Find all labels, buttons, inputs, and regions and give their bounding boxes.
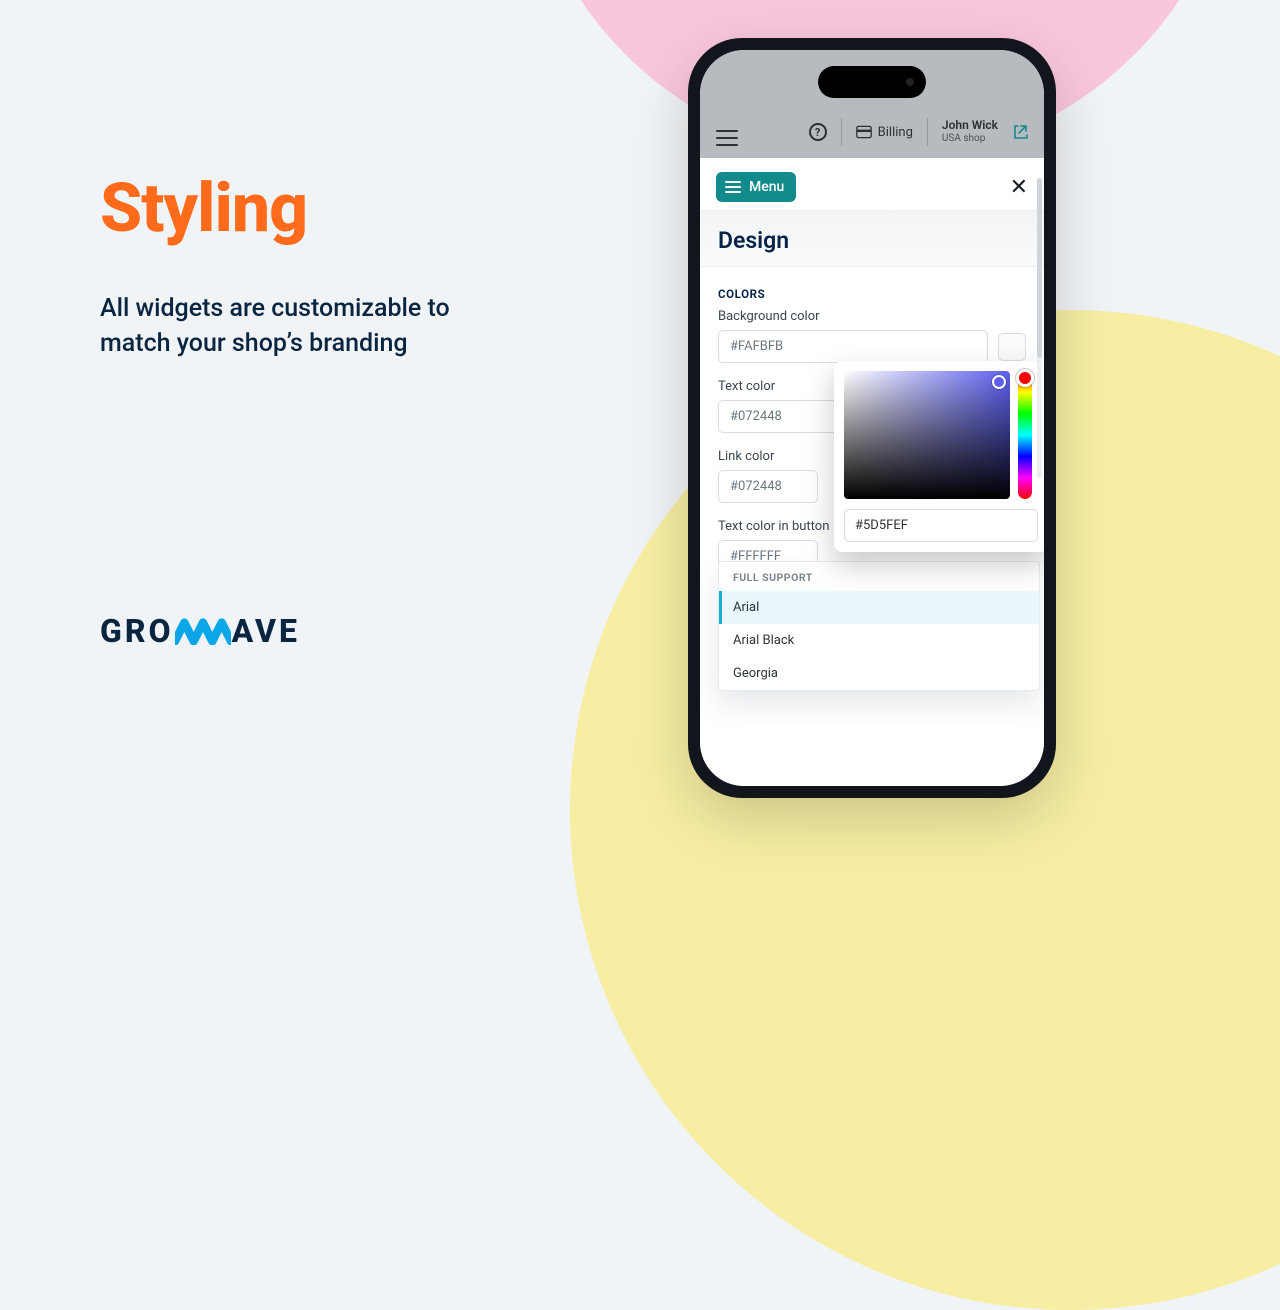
marketing-copy: Styling All widgets are customizable to … bbox=[100, 168, 520, 361]
font-dropdown: FULL SUPPORT Arial Arial Black Georgia bbox=[718, 561, 1040, 691]
label-background-color: Background color bbox=[718, 309, 1026, 324]
growave-logo: GRO AVE bbox=[100, 612, 300, 650]
font-option[interactable]: Arial bbox=[719, 591, 1039, 624]
logo-text-right: AVE bbox=[232, 612, 300, 650]
user-block[interactable]: John Wick USA shop bbox=[942, 119, 998, 144]
help-icon[interactable]: ? bbox=[809, 123, 827, 141]
design-panel: Menu ✕ Design COLORS Background color Te… bbox=[700, 158, 1044, 786]
billing-label: Billing bbox=[878, 125, 913, 140]
menu-button-label: Menu bbox=[749, 179, 784, 195]
section-title: Design bbox=[700, 210, 1044, 267]
font-option[interactable]: Arial Black bbox=[719, 624, 1039, 657]
page-title: Styling bbox=[100, 168, 520, 248]
panel-scroll-area: COLORS Background color Text color Link … bbox=[700, 267, 1044, 786]
dynamic-island bbox=[818, 66, 926, 98]
page-subtitle: All widgets are customizable to match yo… bbox=[100, 292, 520, 361]
color-picker-popover bbox=[834, 361, 1044, 552]
divider bbox=[841, 118, 842, 146]
font-dropdown-group: FULL SUPPORT bbox=[719, 562, 1039, 591]
color-picker-hue-cursor[interactable] bbox=[1016, 369, 1034, 387]
swatch-background-color[interactable] bbox=[998, 333, 1026, 361]
group-label-colors: COLORS bbox=[718, 287, 1026, 301]
color-picker-sat-cursor[interactable] bbox=[992, 375, 1006, 389]
logo-wave-icon bbox=[175, 617, 231, 645]
color-picker-hex-input[interactable] bbox=[844, 509, 1038, 542]
phone-frame: ? Billing John Wick USA shop bbox=[688, 38, 1056, 798]
color-picker-hue-slider[interactable] bbox=[1018, 371, 1032, 499]
billing-link[interactable]: Billing bbox=[856, 125, 913, 140]
color-picker-saturation[interactable] bbox=[844, 371, 1010, 499]
external-link-icon[interactable] bbox=[1012, 124, 1028, 140]
scrollbar[interactable] bbox=[1037, 178, 1042, 478]
close-icon[interactable]: ✕ bbox=[1010, 175, 1028, 200]
divider bbox=[927, 118, 928, 146]
menu-bars-icon bbox=[725, 181, 741, 193]
input-background-color[interactable] bbox=[718, 330, 988, 363]
menu-button[interactable]: Menu bbox=[716, 172, 796, 202]
user-name: John Wick bbox=[942, 119, 998, 133]
scrollbar-thumb[interactable] bbox=[1037, 178, 1042, 358]
hamburger-icon[interactable] bbox=[716, 130, 738, 146]
input-link-color[interactable] bbox=[718, 470, 818, 503]
logo-text-left: GRO bbox=[100, 612, 174, 650]
font-option[interactable]: Georgia bbox=[719, 657, 1039, 690]
user-shop: USA shop bbox=[942, 133, 998, 145]
phone-screen: ? Billing John Wick USA shop bbox=[700, 50, 1044, 786]
